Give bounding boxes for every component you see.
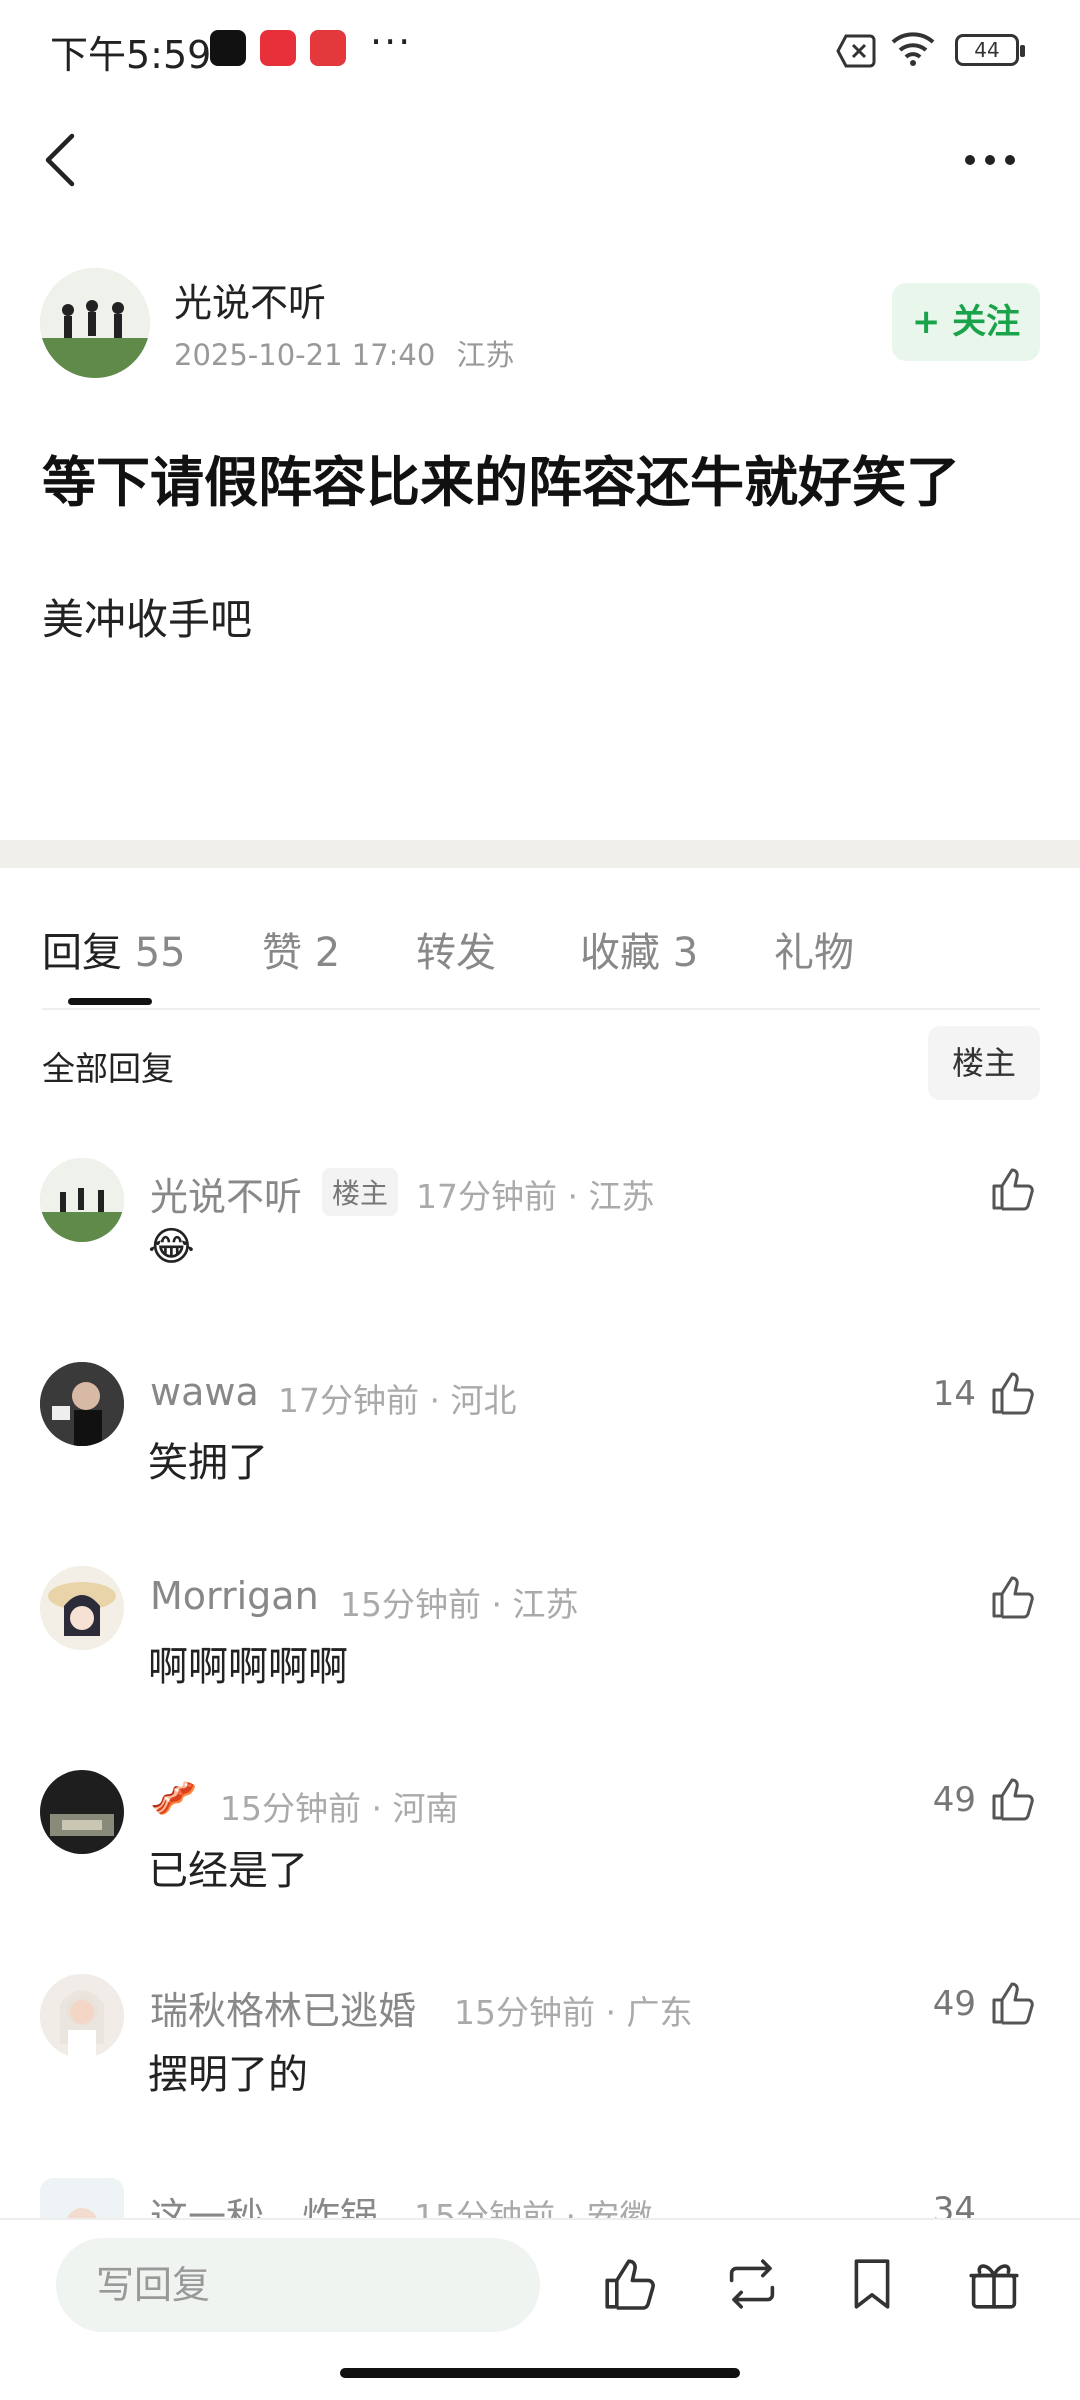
tab-count: 2 [314,930,341,976]
battery-indicator: 44 [955,34,1025,66]
reply-input[interactable]: 写回复 [56,2238,540,2332]
tab-label: 赞 [262,930,302,976]
comment-avatar[interactable] [40,1770,124,1854]
comment-text: 😂 [148,1224,195,1270]
author-avatar[interactable] [40,268,150,378]
tab-label: 转发 [416,930,496,976]
status-time: 下午5:59 [50,33,212,77]
comment-time: 17分钟前 · 河北 [278,1381,517,1420]
like-icon[interactable] [600,2254,660,2314]
home-indicator[interactable] [340,2368,740,2378]
app-icon [310,30,346,66]
active-tab-indicator [68,998,152,1005]
tab-gifts[interactable]: 礼物 [774,920,854,978]
wifi-icon [891,32,935,66]
comment-author[interactable]: Morrigan [150,1574,319,1618]
comment-author[interactable]: wawa [150,1370,259,1414]
tab-replies[interactable]: 回复 55 [42,920,186,978]
comment-author[interactable]: 🥓 [150,1776,197,1821]
comment-text: 笑拥了 [148,1440,268,1486]
like-icon[interactable] [988,1368,1038,1418]
like-icon[interactable] [988,1572,1038,1622]
op-badge: 楼主 [322,1168,399,1216]
tab-reposts[interactable]: 转发 [416,920,496,978]
post-body: 美冲收手吧 [42,595,253,644]
tab-divider [42,1008,1040,1010]
all-replies-label: 全部回复 [42,1049,174,1088]
comment-author[interactable]: 光说不听 [150,1166,302,1221]
op-only-button[interactable]: 楼主 [928,1026,1040,1100]
comment-time: 17分钟前 · 江苏 [416,1177,655,1216]
comment-text: 摆明了的 [148,2052,308,2098]
like-count: 49 [932,1780,976,1820]
back-icon[interactable] [36,130,86,190]
tab-count: 55 [134,930,186,976]
post-title: 等下请假阵容比来的阵容还牛就好笑了 [42,451,960,514]
more-options-icon[interactable] [960,140,1020,180]
section-divider [0,840,1080,868]
gift-icon[interactable] [964,2254,1024,2314]
comment-time: 15分钟前 · 河南 [220,1789,459,1828]
like-icon[interactable] [988,1978,1038,2028]
bookmark-icon[interactable] [842,2254,902,2314]
author-name[interactable]: 光说不听 [174,272,326,327]
like-icon[interactable] [988,1164,1038,1214]
tab-label: 收藏 [580,930,660,976]
comment-time: 15分钟前 · 广东 [454,1993,693,2032]
comment-avatar[interactable] [40,1566,124,1650]
xiaohongshu-app-icon [260,30,296,66]
no-sim-icon [836,34,876,68]
comment-time: 15分钟前 · 江苏 [340,1585,579,1624]
comment-text: 已经是了 [148,1848,308,1894]
tab-count: 3 [672,930,699,976]
like-icon[interactable] [988,1774,1038,1824]
like-count: 14 [932,1374,976,1414]
comment-avatar[interactable] [40,1974,124,2058]
follow-button[interactable]: + 关注 [892,283,1040,361]
tab-label: 回复 [42,930,122,976]
status-bar: 下午5:59 ··· 44 [0,0,1080,100]
more-notifications-icon: ··· [370,20,413,64]
like-count: 49 [932,1984,976,2024]
post-location: 江苏 [456,338,515,372]
tab-label: 礼物 [774,930,854,976]
comment-avatar[interactable] [40,1158,124,1242]
comment-avatar[interactable] [40,1362,124,1446]
comment-author[interactable]: 瑞秋格林已逃婚 [150,1980,416,2035]
tab-favorites[interactable]: 收藏 3 [580,920,698,978]
post-meta: 2025-10-21 17:40 江苏 [174,332,515,374]
repost-icon[interactable] [722,2254,782,2314]
douyin-app-icon [210,30,246,66]
post-datetime: 2025-10-21 17:40 [174,338,436,372]
tab-likes[interactable]: 赞 2 [262,920,340,978]
comment-text: 啊啊啊啊啊 [148,1644,348,1690]
